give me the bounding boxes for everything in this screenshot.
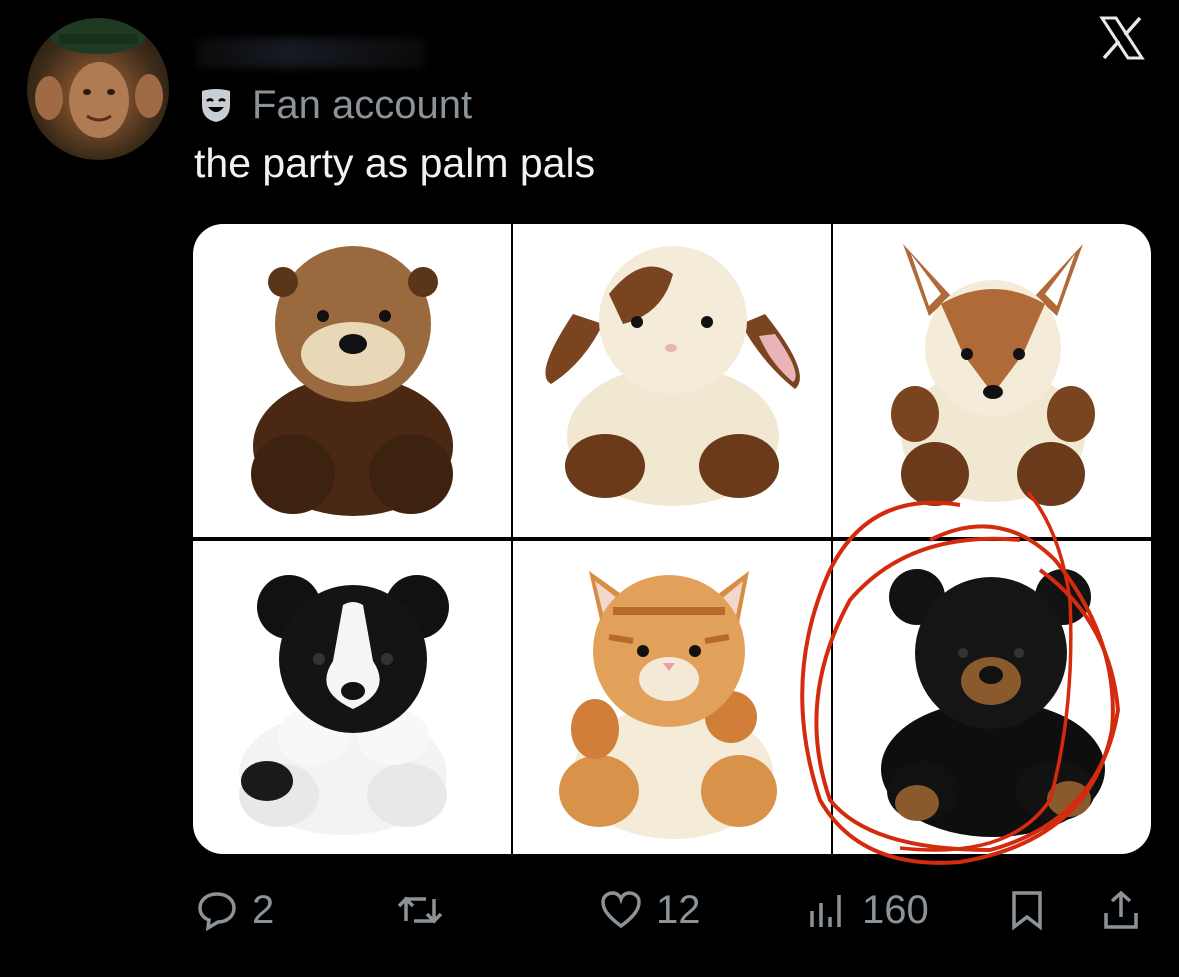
like-button[interactable]: 12 <box>600 880 701 940</box>
bunny-plush-image[interactable] <box>513 224 831 537</box>
badge-label: Fan account <box>252 82 473 127</box>
fawn-plush-image[interactable] <box>833 224 1151 537</box>
share-icon <box>1104 890 1138 929</box>
black-bear-plush-image[interactable] <box>833 541 1151 854</box>
repost-button[interactable] <box>396 880 444 940</box>
avatar-image <box>35 18 163 138</box>
otter-plush-image[interactable] <box>193 224 511 537</box>
bookmark-icon <box>1012 891 1042 931</box>
like-count: 12 <box>656 887 701 932</box>
avatar[interactable] <box>27 18 169 160</box>
tweet-text: the party as palm pals <box>194 140 596 186</box>
repost-icon <box>397 896 443 924</box>
reply-button[interactable]: 2 <box>196 880 274 940</box>
fan-account-label: Fan account <box>196 80 472 130</box>
reply-icon <box>198 892 236 931</box>
views-button[interactable]: 160 <box>806 880 929 940</box>
theater-masks-icon <box>202 89 230 122</box>
media-grid[interactable] <box>193 224 1151 854</box>
view-count: 160 <box>862 887 929 932</box>
reply-count: 2 <box>252 887 275 932</box>
share-button[interactable] <box>1100 880 1142 940</box>
author-name-redacted <box>196 38 426 68</box>
dog-plush-image[interactable] <box>193 541 511 854</box>
bookmark-button[interactable] <box>1006 880 1048 940</box>
cat-plush-image[interactable] <box>513 541 831 854</box>
action-bar: 2 12 160 <box>0 880 1179 940</box>
views-icon <box>810 895 841 927</box>
x-logo-icon <box>1099 16 1145 60</box>
like-icon <box>601 891 641 929</box>
